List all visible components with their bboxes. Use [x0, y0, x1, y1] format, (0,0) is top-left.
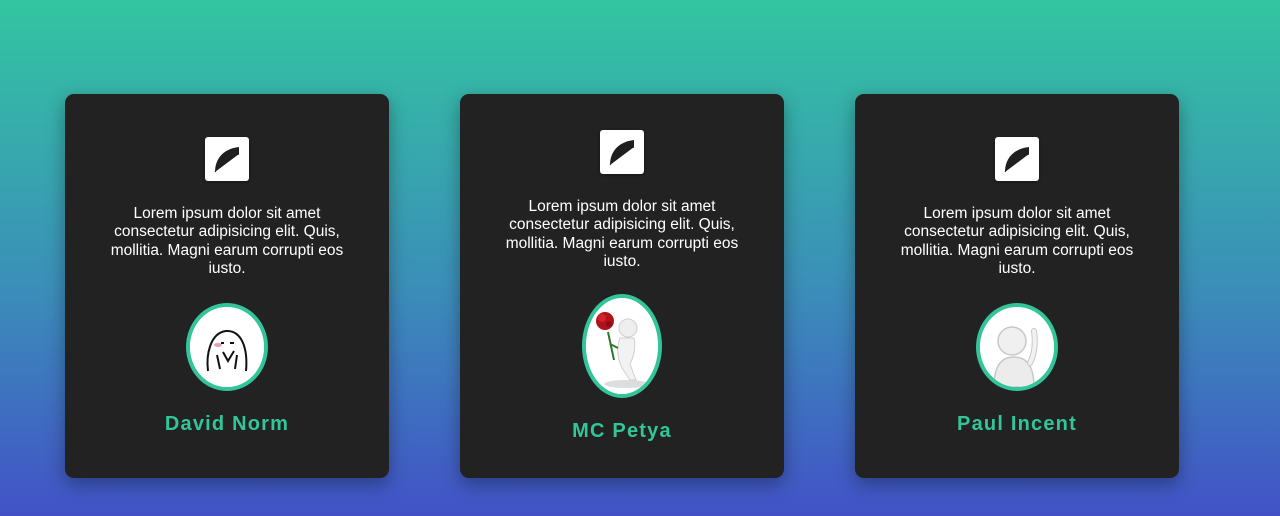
testimonial-text: Lorem ipsum dolor sit amet consectetur a… [110, 204, 344, 278]
quote-icon [995, 136, 1039, 181]
author-name: MC Petya [572, 419, 672, 442]
testimonial-card-david-norm: Lorem ipsum dolor sit amet consectetur a… [65, 94, 389, 478]
testimonial-text: Lorem ipsum dolor sit amet consectetur a… [505, 197, 739, 271]
doodle-face-avatar [186, 302, 268, 391]
author-name: David Norm [164, 412, 290, 435]
testimonial-text: Lorem ipsum dolor sit amet consectetur a… [900, 204, 1134, 278]
author-name: Paul Incent [957, 412, 1077, 435]
figure-thinking-avatar [976, 302, 1058, 391]
figure-with-rose-avatar [582, 293, 662, 398]
quote-icon [600, 129, 644, 174]
testimonial-card-mc-petya: Lorem ipsum dolor sit amet consectetur a… [460, 94, 784, 478]
testimonial-card-paul-incent: Lorem ipsum dolor sit amet consectetur a… [855, 94, 1179, 478]
quote-icon [205, 136, 249, 181]
